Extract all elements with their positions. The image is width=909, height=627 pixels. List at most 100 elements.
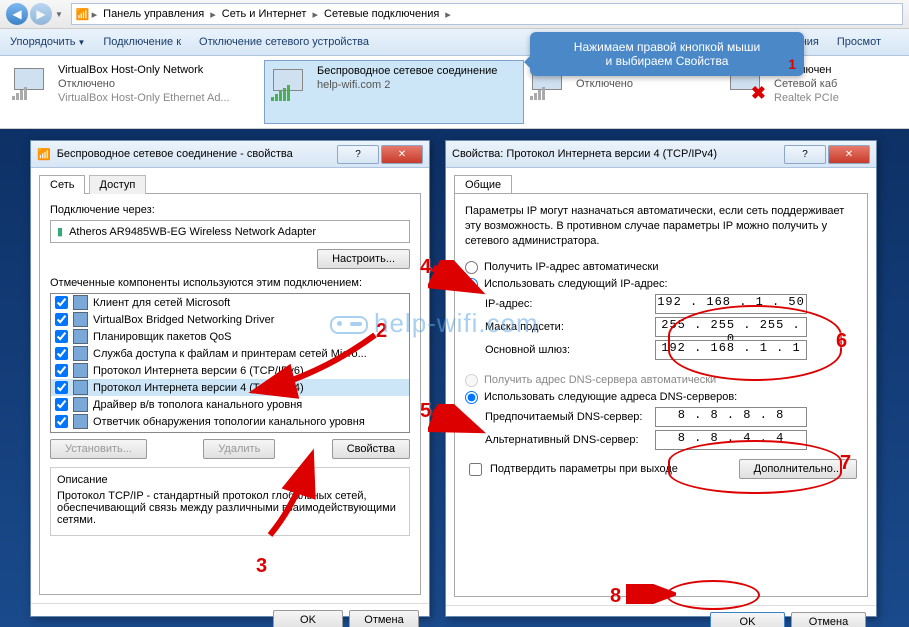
component-row[interactable]: VirtualBox Bridged Networking Driver <box>51 311 409 328</box>
anno-number-8: 8 <box>610 585 621 608</box>
connect-via-label: Подключение через: <box>50 204 410 216</box>
anno-number-5: 5 <box>420 400 431 423</box>
breadcrumb-seg[interactable]: Сетевые подключения <box>320 8 443 20</box>
component-row[interactable]: Клиент для сетей Microsoft <box>51 294 409 311</box>
menu-rename[interactable]: Просмот <box>837 36 881 48</box>
component-checkbox[interactable] <box>55 398 68 411</box>
dns-manual-radio[interactable] <box>465 391 478 404</box>
dns1-input[interactable]: 8 . 8 . 8 . 8 <box>655 407 807 427</box>
ok-button[interactable]: OK <box>710 612 785 627</box>
component-icon <box>73 312 88 327</box>
install-button[interactable]: Установить... <box>50 439 147 459</box>
wifi-adapter-icon <box>269 65 311 107</box>
component-row[interactable]: Служба доступа к файлам и принтерам сете… <box>51 345 409 362</box>
dns-auto-radio <box>465 374 478 387</box>
menu-connect[interactable]: Подключение к <box>103 36 181 48</box>
dns2-label: Альтернативный DNS-сервер: <box>485 434 655 446</box>
tab-general[interactable]: Общие <box>454 175 512 194</box>
component-checkbox[interactable] <box>55 347 68 360</box>
component-row[interactable]: Протокол Интернета версии 6 (TCP/IPv6) <box>51 362 409 379</box>
nav-forward-button[interactable]: ▶ <box>30 3 52 25</box>
help-button[interactable]: ? <box>337 145 379 164</box>
network-adapter-icon <box>10 64 52 106</box>
help-button[interactable]: ? <box>784 145 826 164</box>
confirm-label: Подтвердить параметры при выходе <box>490 463 678 475</box>
anno-number-6: 6 <box>836 330 847 353</box>
component-icon <box>73 329 88 344</box>
cancel-button[interactable]: Отмена <box>791 612 866 627</box>
anno-number-2: 2 <box>376 320 387 343</box>
gateway-label: Основной шлюз: <box>485 344 655 356</box>
breadcrumb-arrow: ▸ <box>443 8 453 21</box>
tab-network[interactable]: Сеть <box>39 175 85 194</box>
anno-number-1: 1 <box>788 56 796 72</box>
breadcrumb-seg[interactable]: Панель управления <box>99 8 208 20</box>
breadcrumb[interactable]: 📶 ▸ Панель управления ▸ Сеть и Интернет … <box>71 3 903 25</box>
menu-organize[interactable]: Упорядочить▼ <box>10 36 85 48</box>
component-checkbox[interactable] <box>55 296 68 309</box>
component-icon <box>73 414 88 429</box>
component-icon <box>73 380 88 395</box>
subnet-mask-label: Маска подсети: <box>485 321 655 333</box>
confirm-checkbox[interactable] <box>469 463 482 476</box>
network-icon: 📶 <box>37 148 51 161</box>
properties-button[interactable]: Свойства <box>332 439 410 459</box>
dns1-label: Предпочитаемый DNS-сервер: <box>485 411 655 423</box>
component-icon <box>73 295 88 310</box>
anno-number-3: 3 <box>256 555 267 578</box>
component-checkbox[interactable] <box>55 415 68 428</box>
dns2-input[interactable]: 8 . 8 . 4 . 4 <box>655 430 807 450</box>
component-checkbox[interactable] <box>55 381 68 394</box>
cancel-button[interactable]: Отмена <box>349 610 419 627</box>
anno-number-7: 7 <box>840 452 851 475</box>
ip-address-input[interactable]: 192 . 168 . 1 . 50 <box>655 294 807 314</box>
dialog-title: Свойства: Протокол Интернета версии 4 (T… <box>452 148 782 160</box>
uninstall-button[interactable]: Удалить <box>203 439 275 459</box>
connection-properties-dialog: 📶 Беспроводное сетевое соединение - свой… <box>30 140 430 617</box>
ip-auto-label: Получить IP-адрес автоматически <box>484 261 658 273</box>
connection-item[interactable]: VirtualBox Host-Only Network Отключено V… <box>6 60 264 124</box>
configure-button[interactable]: Настроить... <box>317 249 410 269</box>
menu-disable[interactable]: Отключение сетевого устройства <box>199 36 369 48</box>
component-row[interactable]: Планировщик пакетов QoS <box>51 328 409 345</box>
breadcrumb-arrow: ▸ <box>208 8 218 21</box>
subnet-mask-input[interactable]: 255 . 255 . 255 . 0 <box>655 317 807 337</box>
ip-manual-label: Использовать следующий IP-адрес: <box>484 278 668 290</box>
close-button[interactable]: ✕ <box>828 145 870 164</box>
breadcrumb-arrow: ▸ <box>310 8 320 21</box>
titlebar: Свойства: Протокол Интернета версии 4 (T… <box>446 141 876 168</box>
component-row[interactable]: Драйвер в/в тополога канального уровня <box>51 396 409 413</box>
description-box: Описание Протокол TCP/IP - стандартный п… <box>50 467 410 536</box>
adapter-name-box: ▮ Atheros AR9485WB-EG Wireless Network A… <box>50 220 410 243</box>
address-bar: ◀ ▶ ▼ 📶 ▸ Панель управления ▸ Сеть и Инт… <box>0 0 909 29</box>
component-checkbox[interactable] <box>55 330 68 343</box>
component-checkbox[interactable] <box>55 364 68 377</box>
adapter-icon: ▮ <box>57 225 63 238</box>
close-button[interactable]: ✕ <box>381 145 423 164</box>
dialog-title: Беспроводное сетевое соединение - свойст… <box>57 148 335 160</box>
dns-auto-label: Получить адрес DNS-сервера автоматически <box>484 374 716 386</box>
component-icon <box>73 363 88 378</box>
tab-access[interactable]: Доступ <box>89 175 147 194</box>
breadcrumb-seg[interactable]: Сеть и Интернет <box>218 8 311 20</box>
ip-auto-radio[interactable] <box>465 261 478 274</box>
components-list[interactable]: Клиент для сетей Microsoft VirtualBox Br… <box>50 293 410 433</box>
folder-icon: 📶 <box>76 8 90 21</box>
ok-button[interactable]: OK <box>273 610 343 627</box>
breadcrumb-arrow: ▸ <box>90 8 100 21</box>
anno-number-4: 4 <box>420 256 431 279</box>
component-icon <box>73 397 88 412</box>
dns-manual-label: Использовать следующие адреса DNS-сервер… <box>484 391 737 403</box>
ipv4-properties-dialog: Свойства: Протокол Интернета версии 4 (T… <box>445 140 877 617</box>
connection-item-selected[interactable]: Беспроводное сетевое соединение help-wif… <box>264 60 524 124</box>
gateway-input[interactable]: 192 . 168 . 1 . 1 <box>655 340 807 360</box>
components-label: Отмеченные компоненты используются этим … <box>50 277 410 289</box>
component-row-tcpipv4[interactable]: Протокол Интернета версии 4 (TCP/IPv4) <box>51 379 409 396</box>
nav-history-drop[interactable]: ▼ <box>55 10 63 19</box>
nav-back-button[interactable]: ◀ <box>6 3 28 25</box>
ip-manual-radio[interactable] <box>465 278 478 291</box>
tooltip-hint: Нажимаем правой кнопкой мыши и выбираем … <box>530 32 804 76</box>
ip-address-label: IP-адрес: <box>485 298 655 310</box>
component-row[interactable]: Ответчик обнаружения топологии канальног… <box>51 413 409 430</box>
component-checkbox[interactable] <box>55 313 68 326</box>
